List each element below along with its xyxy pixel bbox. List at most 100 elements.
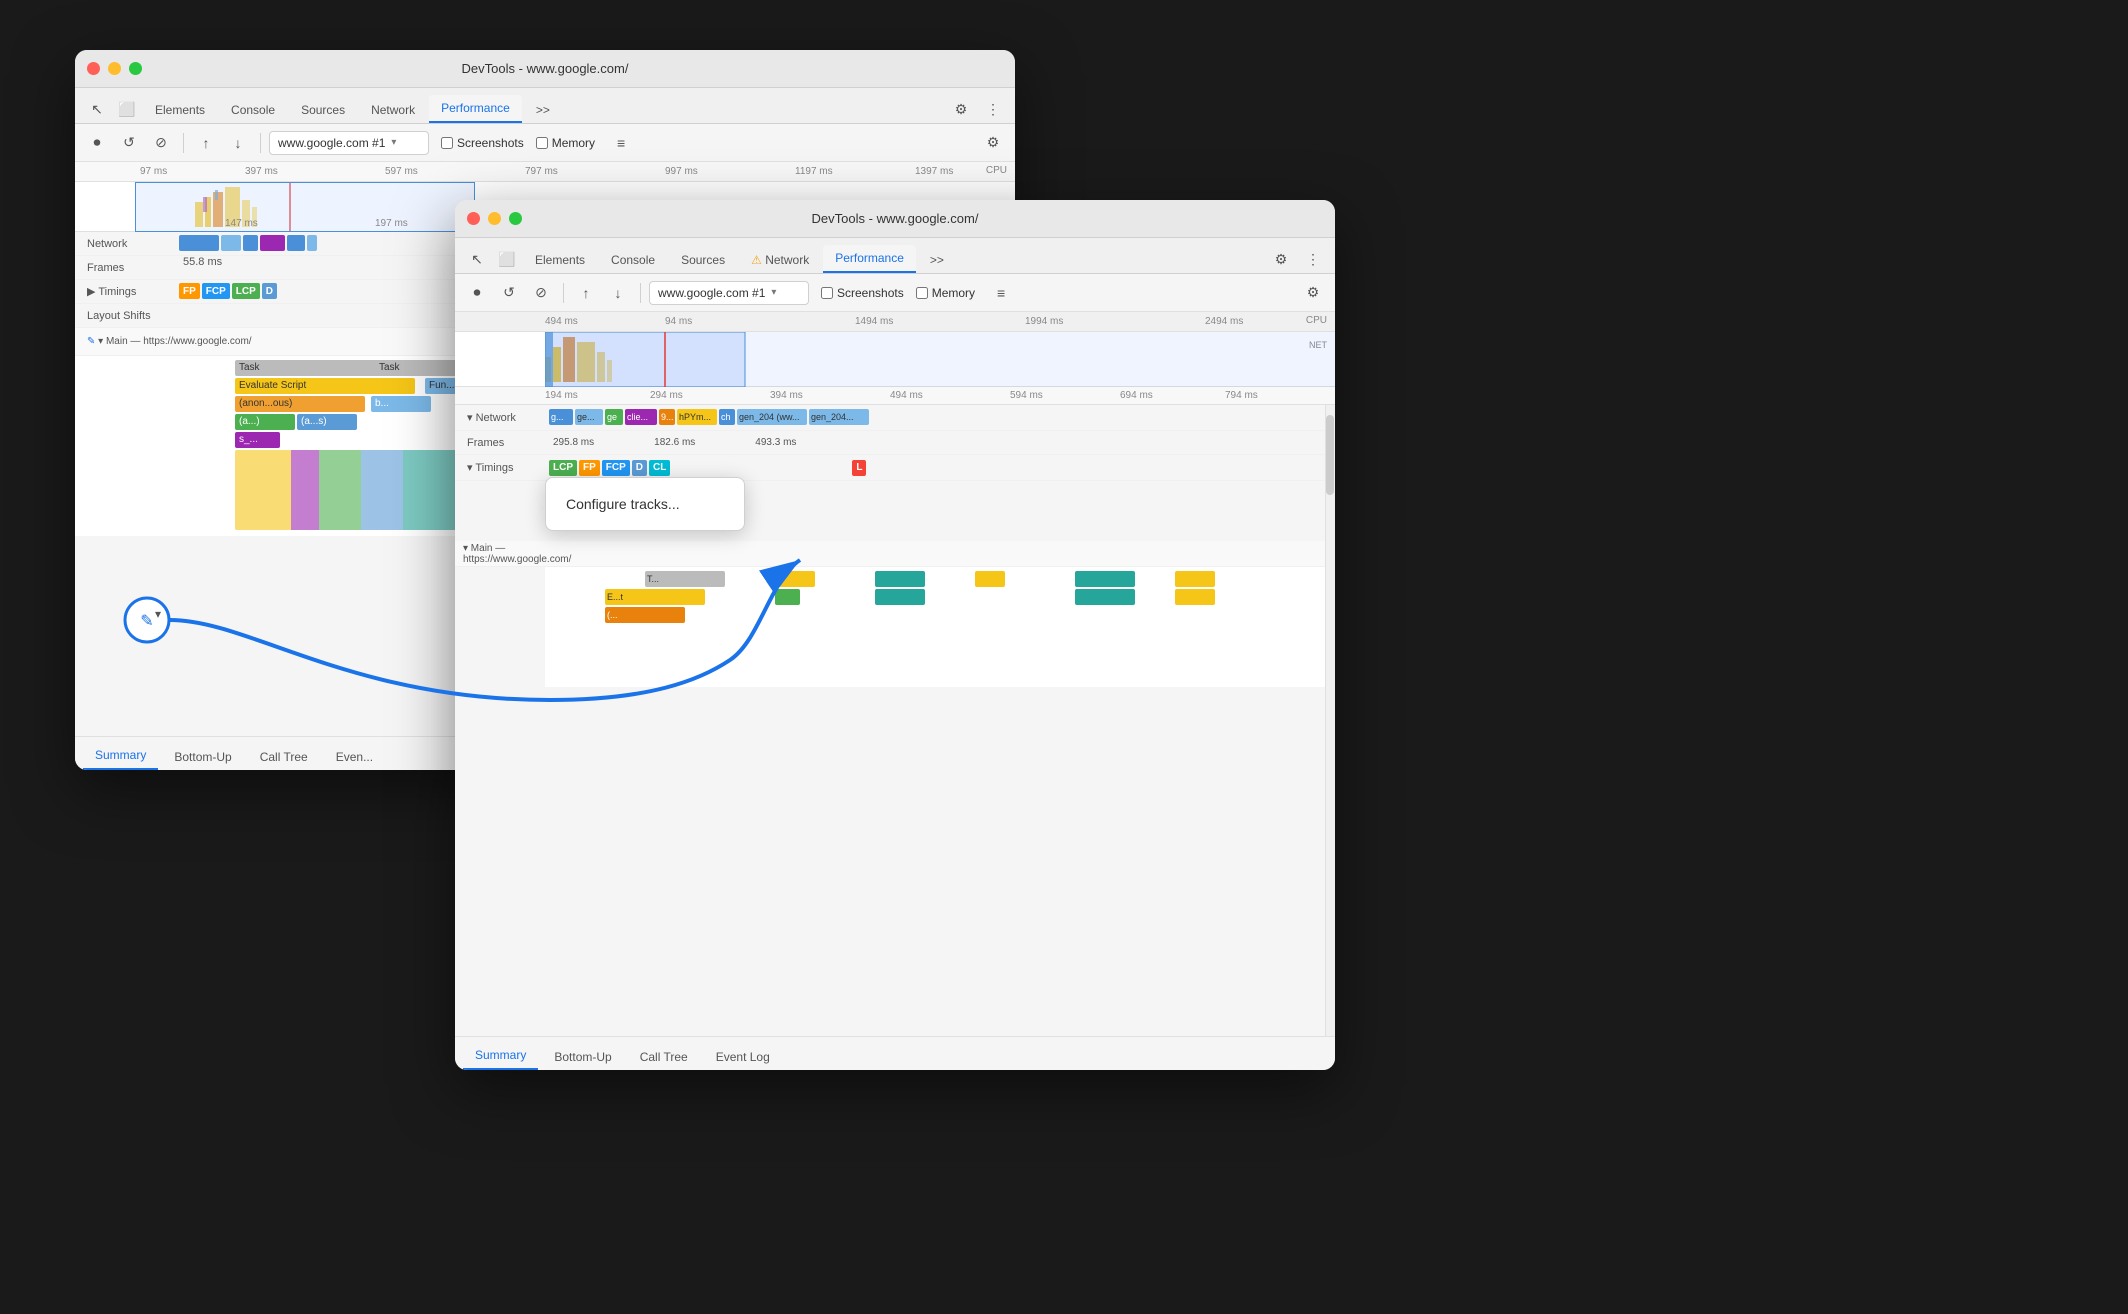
minimize-button-front[interactable]: [488, 212, 501, 225]
timings-track-front: ▾ Timings LCP FP FCP D CL L Configure tr…: [455, 455, 1335, 481]
more-icon-front[interactable]: ⋮: [1299, 245, 1327, 273]
memory-input-front[interactable]: [916, 287, 928, 299]
close-button-front[interactable]: [467, 212, 480, 225]
net-g: g...: [549, 409, 573, 425]
settings-toolbar-back[interactable]: ⚙: [979, 129, 1007, 157]
bottom-tabs-front: Summary Bottom-Up Call Tree Event Log: [455, 1036, 1335, 1070]
configure-tracks-item[interactable]: Configure tracks...: [546, 486, 744, 522]
net-block-4: [260, 235, 285, 251]
tab-icons-front: ⚙ ⋮: [1267, 245, 1327, 273]
net-gen204-1: gen_204 (ww...: [737, 409, 807, 425]
checkbox-group-back: Screenshots Memory ≡: [441, 129, 635, 157]
url-selector-front[interactable]: www.google.com #1 ▾: [649, 281, 809, 305]
scrollbar-thumb[interactable]: [1326, 415, 1334, 495]
maximize-button-back[interactable]: [129, 62, 142, 75]
settings-icon-back[interactable]: ⚙: [947, 95, 975, 123]
tab-performance-front[interactable]: Performance: [823, 245, 916, 273]
record-button-back[interactable]: ⏺: [83, 129, 111, 157]
download-button-back[interactable]: ↓: [224, 129, 252, 157]
upload-button-back[interactable]: ↑: [192, 129, 220, 157]
memory-checkbox-front[interactable]: Memory: [916, 286, 975, 300]
calltree-tab-front[interactable]: Call Tree: [628, 1044, 700, 1070]
reload-button-front[interactable]: ↺: [495, 279, 523, 307]
reload-button-back[interactable]: ↺: [115, 129, 143, 157]
net-block-6: [307, 235, 317, 251]
tab-network-back[interactable]: Network: [359, 97, 427, 123]
net-hpym: hPYm...: [677, 409, 717, 425]
throttle-icon-back[interactable]: ≡: [607, 129, 635, 157]
summary-tab-front[interactable]: Summary: [463, 1042, 538, 1070]
timeline-handle-left[interactable]: [545, 332, 553, 387]
device-icon-front[interactable]: ⬜: [493, 245, 521, 273]
ruler-1197: 1197 ms: [795, 166, 833, 177]
upload-button-front[interactable]: ↑: [572, 279, 600, 307]
cursor-icon-front[interactable]: ↖: [463, 245, 491, 273]
devtools-tabs-back: ↖ ⬜ Elements Console Sources Network Per…: [75, 88, 1015, 124]
main-content-front: CPU 494 ms 94 ms 1494 ms 1994 ms 2494 ms…: [455, 312, 1335, 1036]
throttle-icon-front[interactable]: ≡: [987, 279, 1015, 307]
ruler-797: 797 ms: [525, 166, 558, 177]
frames-track-front: Frames 295.8 ms 182.6 ms 493.3 ms: [455, 431, 1335, 455]
ruler-597: 597 ms: [385, 166, 418, 177]
net-9: 9...: [659, 409, 675, 425]
settings-icon-front[interactable]: ⚙: [1267, 245, 1295, 273]
clear-button-front[interactable]: ⊘: [527, 279, 555, 307]
toolbar-front: ⏺ ↺ ⊘ ↑ ↓ www.google.com #1 ▾ Screenshot…: [455, 274, 1335, 312]
timings-label-back: ▶ Timings: [75, 285, 175, 298]
network-warning-icon: ⚠: [751, 253, 762, 267]
main-label-back: ✎ ▾ Main — https://www.google.com/: [75, 336, 235, 347]
tab-more-front[interactable]: >>: [918, 247, 956, 273]
eventlog-tab-front[interactable]: Event Log: [704, 1044, 782, 1070]
fp-badge: FP: [579, 460, 600, 476]
main-content-front-area: [545, 541, 1335, 566]
evaluate-script-bar: Evaluate Script: [235, 378, 415, 394]
device-icon[interactable]: ⬜: [113, 95, 141, 123]
more-icon-back[interactable]: ⋮: [979, 95, 1007, 123]
screenshots-input-back[interactable]: [441, 137, 453, 149]
flame-col-5: [1175, 571, 1215, 587]
tab-elements-back[interactable]: Elements: [143, 97, 217, 123]
checkbox-group-front: Screenshots Memory ≡: [821, 279, 1015, 307]
screenshots-input-front[interactable]: [821, 287, 833, 299]
anon-bar: (anon...ous): [235, 396, 365, 412]
tab-elements-front[interactable]: Elements: [523, 247, 597, 273]
title-bar-front: DevTools - www.google.com/: [455, 200, 1335, 238]
bottomup-tab-front[interactable]: Bottom-Up: [542, 1044, 623, 1070]
tab-console-front[interactable]: Console: [599, 247, 667, 273]
tab-more-back[interactable]: >>: [524, 97, 562, 123]
settings-toolbar-front[interactable]: ⚙: [1299, 279, 1327, 307]
minimize-button-back[interactable]: [108, 62, 121, 75]
net-ge: ge...: [575, 409, 603, 425]
eventlog-tab-back[interactable]: Even...: [324, 744, 385, 770]
calltree-tab-back[interactable]: Call Tree: [248, 744, 320, 770]
summary-tab-back[interactable]: Summary: [83, 742, 158, 770]
screenshots-checkbox-front[interactable]: Screenshots: [821, 286, 904, 300]
close-button-back[interactable]: [87, 62, 100, 75]
tab-performance-back[interactable]: Performance: [429, 95, 522, 123]
cursor-icon[interactable]: ↖: [83, 95, 111, 123]
net-ch: ch: [719, 409, 735, 425]
tab-icons-back: ⚙ ⋮: [947, 95, 1007, 123]
memory-checkbox-back[interactable]: Memory: [536, 136, 595, 150]
download-button-front[interactable]: ↓: [604, 279, 632, 307]
screenshots-checkbox-back[interactable]: Screenshots: [441, 136, 524, 150]
maximize-button-front[interactable]: [509, 212, 522, 225]
a-bar-1: (a...): [235, 414, 295, 430]
task-block-front: T...: [645, 571, 725, 587]
bottomup-tab-back[interactable]: Bottom-Up: [162, 744, 243, 770]
memory-input-back[interactable]: [536, 137, 548, 149]
tab-sources-front[interactable]: Sources: [669, 247, 737, 273]
url-selector-back[interactable]: www.google.com #1 ▾: [269, 131, 429, 155]
record-button-front[interactable]: ⏺: [463, 279, 491, 307]
net-block-2: [221, 235, 241, 251]
tab-console-back[interactable]: Console: [219, 97, 287, 123]
badge-fp: FP: [179, 283, 200, 299]
lcp-badge: LCP: [549, 460, 577, 476]
tab-sources-back[interactable]: Sources: [289, 97, 357, 123]
clear-button-back[interactable]: ⊘: [147, 129, 175, 157]
eval-block-front: E...t: [605, 589, 705, 605]
frames-content-front: 295.8 ms 182.6 ms 493.3 ms: [545, 431, 1335, 454]
window-title-front: DevTools - www.google.com/: [812, 211, 979, 226]
tab-network-front[interactable]: ⚠ Network: [739, 247, 821, 273]
badge-lcp: LCP: [232, 283, 260, 299]
